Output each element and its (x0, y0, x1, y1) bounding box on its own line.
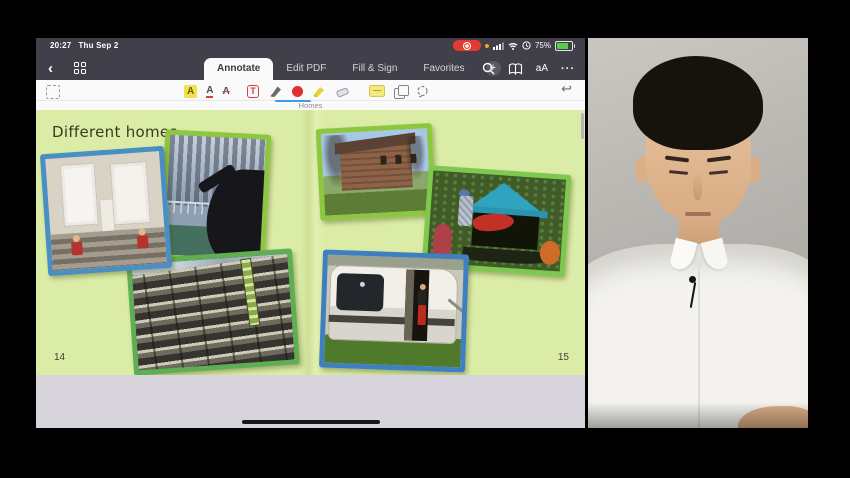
caravan-window (336, 273, 385, 311)
app-header: 20:27 Thu Sep 2 75% ‹ Annotate (36, 38, 585, 80)
photo-caravan (319, 249, 469, 372)
search-icon[interactable] (482, 62, 495, 75)
steps (51, 227, 167, 271)
right-door (110, 161, 151, 225)
battery-icon (555, 41, 573, 51)
child-right (136, 228, 148, 249)
status-date: Thu Sep 2 (78, 41, 118, 50)
girl-figure (415, 284, 428, 325)
scroll-indicator[interactable] (581, 113, 584, 139)
photo-city-window (159, 129, 272, 264)
duplicate-tool-icon[interactable] (394, 85, 407, 98)
child-left (71, 235, 83, 256)
window-reflection (359, 282, 364, 287)
alarm-icon (522, 41, 531, 50)
page-title: Different homes (52, 123, 178, 141)
left-page-number: 14 (54, 352, 65, 363)
record-icon (463, 42, 471, 50)
text-settings-icon[interactable]: aA (536, 63, 548, 74)
presenter-nose (693, 172, 702, 200)
battery-percent: 75% (535, 41, 551, 50)
left-door (60, 163, 99, 227)
photo-stone-farmhouse (316, 123, 437, 221)
figure-shirt (458, 195, 474, 226)
mode-tabs: Annotate Edit PDF Fill & Sign Favorites … (204, 58, 501, 80)
tab-edit-pdf[interactable]: Edit PDF (273, 58, 339, 80)
lasso-tool-icon[interactable] (416, 85, 429, 98)
marker-tool-icon[interactable] (312, 84, 326, 98)
undo-icon[interactable]: ↩ (561, 81, 572, 97)
tree-right (404, 135, 428, 181)
cellular-icon (493, 42, 504, 50)
boat-interior (471, 212, 540, 250)
active-tool-indicator (275, 100, 311, 102)
presenter-hair (633, 56, 763, 150)
color-swatch-red[interactable] (292, 86, 303, 97)
strikethrough-tool-icon[interactable]: A (222, 86, 229, 97)
tab-fill-sign[interactable]: Fill & Sign (339, 58, 410, 80)
figure-red (433, 224, 452, 255)
select-tool-icon[interactable] (46, 85, 60, 99)
recording-indicator[interactable] (453, 40, 481, 51)
text-tool-icon[interactable]: T (247, 85, 260, 98)
tab-annotate[interactable]: Annotate (204, 58, 273, 80)
tab-favorites[interactable]: Favorites (410, 58, 477, 80)
webcam-video (588, 38, 808, 428)
nav-actions: aA ··· (482, 62, 575, 75)
navigation-bar: ‹ Annotate Edit PDF Fill & Sign Favorite… (36, 54, 585, 80)
mic-in-use-icon (485, 44, 489, 48)
photo-front-doors (40, 146, 172, 276)
highlight-tool-icon[interactable]: A (184, 85, 197, 98)
pen-tool-icon[interactable] (268, 84, 283, 99)
more-menu-icon[interactable]: ··· (561, 63, 575, 75)
wifi-icon (508, 42, 518, 50)
annotation-toolbar: A A A T ↩ Homes (36, 80, 585, 110)
home-indicator[interactable] (242, 420, 380, 424)
orange-object (539, 240, 561, 265)
video-frame: 20:27 Thu Sep 2 75% ‹ Annotate (0, 0, 850, 478)
eraser-tool-icon[interactable] (335, 84, 350, 98)
right-page-number: 15 (558, 352, 569, 363)
thumbnails-grid-icon[interactable] (74, 62, 86, 74)
back-button[interactable]: ‹ (48, 62, 53, 76)
bottom-shadow (588, 402, 808, 428)
status-time: 20:27 (50, 41, 71, 50)
app-background (36, 375, 585, 428)
reading-view-icon[interactable] (508, 63, 523, 75)
underline-tool-icon[interactable]: A (206, 85, 213, 98)
document-tab-label: Homes (36, 101, 585, 110)
pdf-page-spread[interactable]: Different homes (36, 110, 585, 375)
status-bar: 20:27 Thu Sep 2 75% (36, 38, 585, 51)
ipad-screen-recording: 20:27 Thu Sep 2 75% ‹ Annotate (36, 38, 585, 428)
note-tool-icon[interactable] (369, 85, 385, 97)
red-hammock (472, 211, 515, 232)
